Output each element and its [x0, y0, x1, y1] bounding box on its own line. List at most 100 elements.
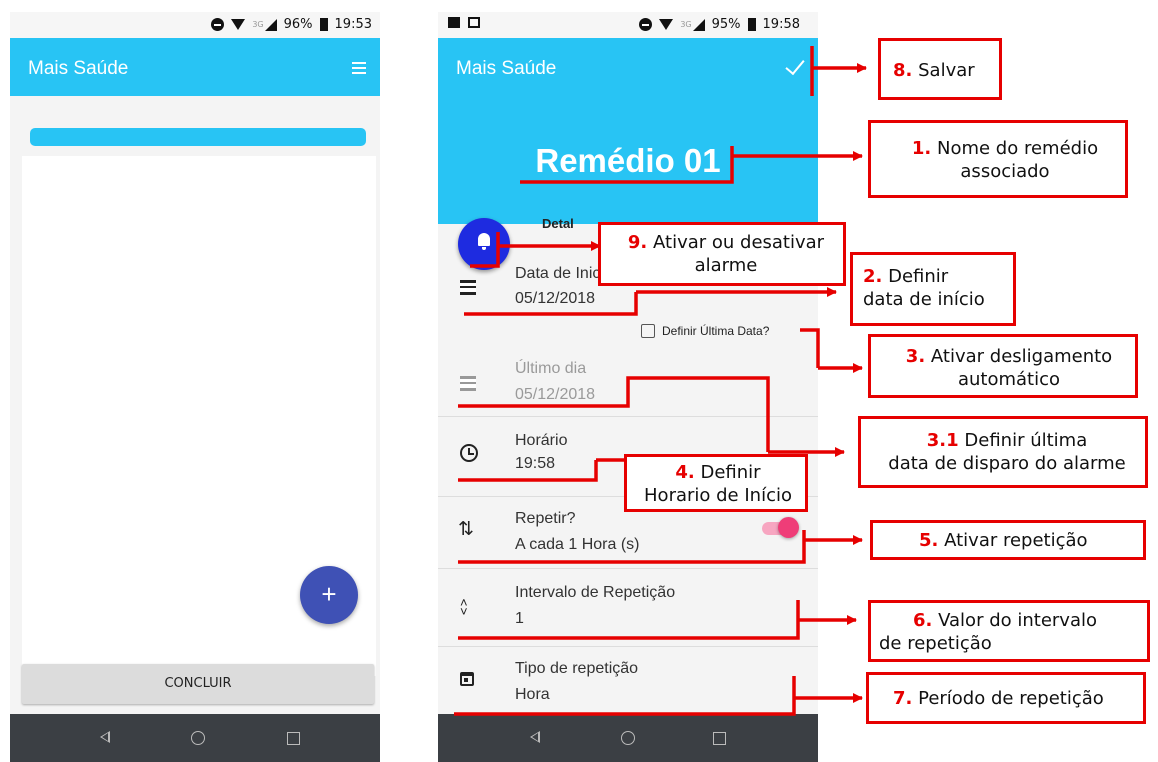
time-value: 19:58 [515, 455, 556, 472]
progress-bar [30, 128, 366, 146]
finish-button[interactable]: CONCLUIR [22, 664, 374, 704]
interval-value: 1 [515, 610, 524, 627]
repeat-type-value: Hora [515, 686, 550, 703]
recent-apps-icon[interactable] [287, 732, 300, 745]
annotation-medicine-name: 1. Nome do remédio associado [868, 120, 1128, 198]
screen-cast-icon [468, 17, 480, 28]
app-title: Mais Saúde [28, 58, 129, 79]
annotation-text: alarme [694, 255, 758, 276]
do-not-disturb-icon [639, 18, 653, 31]
status-bar: 3G 96% 19:53 [10, 12, 380, 38]
annotation-text: Ativar repetição [944, 530, 1088, 551]
divider [438, 416, 818, 417]
switch-thumb [778, 517, 799, 538]
bell-icon [478, 233, 490, 250]
annotation-number: 5. [919, 530, 939, 551]
divider [438, 646, 818, 647]
network-type-icon: 3G [680, 20, 692, 29]
app-bar: Mais Saúde [10, 38, 380, 96]
annotation-text: automático [957, 369, 1061, 390]
annotation-text: Salvar [918, 60, 975, 81]
repeat-type-label: Tipo de repetição [515, 660, 639, 677]
annotation-repeat: 5. Ativar repetição [870, 520, 1146, 560]
battery-icon [319, 18, 328, 31]
navigation-bar [438, 714, 818, 762]
event-icon [460, 672, 474, 686]
navigation-bar [10, 714, 380, 762]
annotation-number: 1. [911, 138, 932, 159]
annotation-number: 3.1 [926, 430, 959, 451]
annotation-text: Definir última [964, 430, 1088, 451]
divider [438, 568, 818, 569]
battery-percent: 96% [283, 17, 313, 32]
home-icon[interactable] [191, 731, 205, 745]
recent-apps-icon[interactable] [713, 732, 726, 745]
annotation-text: data de início [863, 289, 985, 310]
battery-percent: 95% [711, 17, 741, 32]
calendar-icon [460, 280, 476, 295]
last-day-value: 05/12/2018 [515, 386, 596, 403]
annotation-number: 4. [675, 462, 695, 483]
signal-icon [692, 18, 705, 31]
do-not-disturb-icon [211, 18, 225, 31]
calendar-icon [460, 376, 476, 391]
interval-label: Intervalo de Repetição [515, 584, 676, 601]
annotation-start-date: 2. Definir data de início [850, 252, 1016, 326]
annotation-auto-off: 3. Ativar desligamento automático [868, 334, 1138, 398]
annotation-text: Ativar ou desativar [653, 232, 825, 253]
unfold-icon: ˄ ˅ [460, 595, 468, 619]
back-icon[interactable] [530, 731, 540, 743]
annotation-last-date: 3.1 Definir última data de disparo do al… [858, 416, 1148, 488]
annotation-text: Ativar desligamento [930, 346, 1113, 367]
annotation-number: 8. [893, 60, 913, 81]
section-label: Detal [542, 216, 574, 231]
last-day-label: Último dia [515, 360, 587, 377]
app-bar: Mais Saúde [438, 38, 818, 96]
medicine-header: Remédio 01 [438, 96, 818, 224]
list-icon[interactable] [352, 62, 366, 74]
signal-icon [264, 18, 277, 31]
set-last-date-option[interactable]: Definir Última Data? [641, 324, 769, 338]
annotation-number: 2. [863, 266, 883, 287]
annotation-number: 7. [893, 688, 913, 709]
check-icon[interactable] [785, 54, 805, 76]
add-button[interactable]: + [300, 566, 358, 624]
annotation-period: 7. Período de repetição [866, 672, 1146, 724]
annotation-number: 9. [627, 232, 648, 253]
annotation-text: associado [960, 161, 1050, 182]
annotation-text: Valor do intervalo [938, 610, 1097, 631]
medicine-name: Remédio 01 [535, 142, 721, 179]
set-last-date-checkbox[interactable] [641, 324, 655, 338]
annotation-text: Definir [888, 266, 949, 287]
home-icon[interactable] [621, 731, 635, 745]
app-title: Mais Saúde [456, 58, 557, 79]
repeat-label: Repetir? [515, 510, 576, 527]
start-date-value: 05/12/2018 [515, 290, 596, 307]
annotation-start-time: 4. Definir Horario de Início [624, 454, 808, 512]
annotation-number: 6. [913, 610, 933, 631]
repeat-value: A cada 1 Hora (s) [515, 536, 640, 553]
annotation-text: Horario de Início [644, 485, 792, 506]
clock-icon [460, 444, 478, 462]
gallery-icon [448, 17, 460, 28]
set-last-date-label: Definir Última Data? [662, 324, 770, 338]
clock-time: 19:58 [762, 17, 800, 32]
annotation-save: 8. Salvar [878, 38, 1002, 100]
annotation-number: 3. [905, 346, 926, 367]
status-bar: 3G 95% 19:58 [438, 12, 818, 38]
annotation-text: Definir [700, 462, 761, 483]
network-type-icon: 3G [252, 20, 264, 29]
phone-screen-alarm-form: 3G 95% 19:58 Mais Saúde Remédio 01 Detal… [438, 12, 818, 762]
back-icon[interactable] [100, 731, 110, 743]
clock-time: 19:53 [334, 17, 372, 32]
repeat-icon: ⇅ [458, 519, 474, 540]
annotation-alarm-toggle: 9. Ativar ou desativar alarme [598, 222, 846, 286]
annotation-text: data de disparo do alarme [888, 453, 1126, 474]
annotation-interval: 6. Valor do intervalo de repetição [868, 600, 1150, 662]
annotation-text: de repetição [879, 633, 992, 654]
wifi-icon [659, 19, 674, 30]
annotation-text: Período de repetição [918, 688, 1104, 709]
alarm-toggle-button[interactable] [458, 218, 510, 270]
annotation-text: Nome do remédio [937, 138, 1099, 159]
repeat-switch[interactable] [760, 517, 799, 538]
